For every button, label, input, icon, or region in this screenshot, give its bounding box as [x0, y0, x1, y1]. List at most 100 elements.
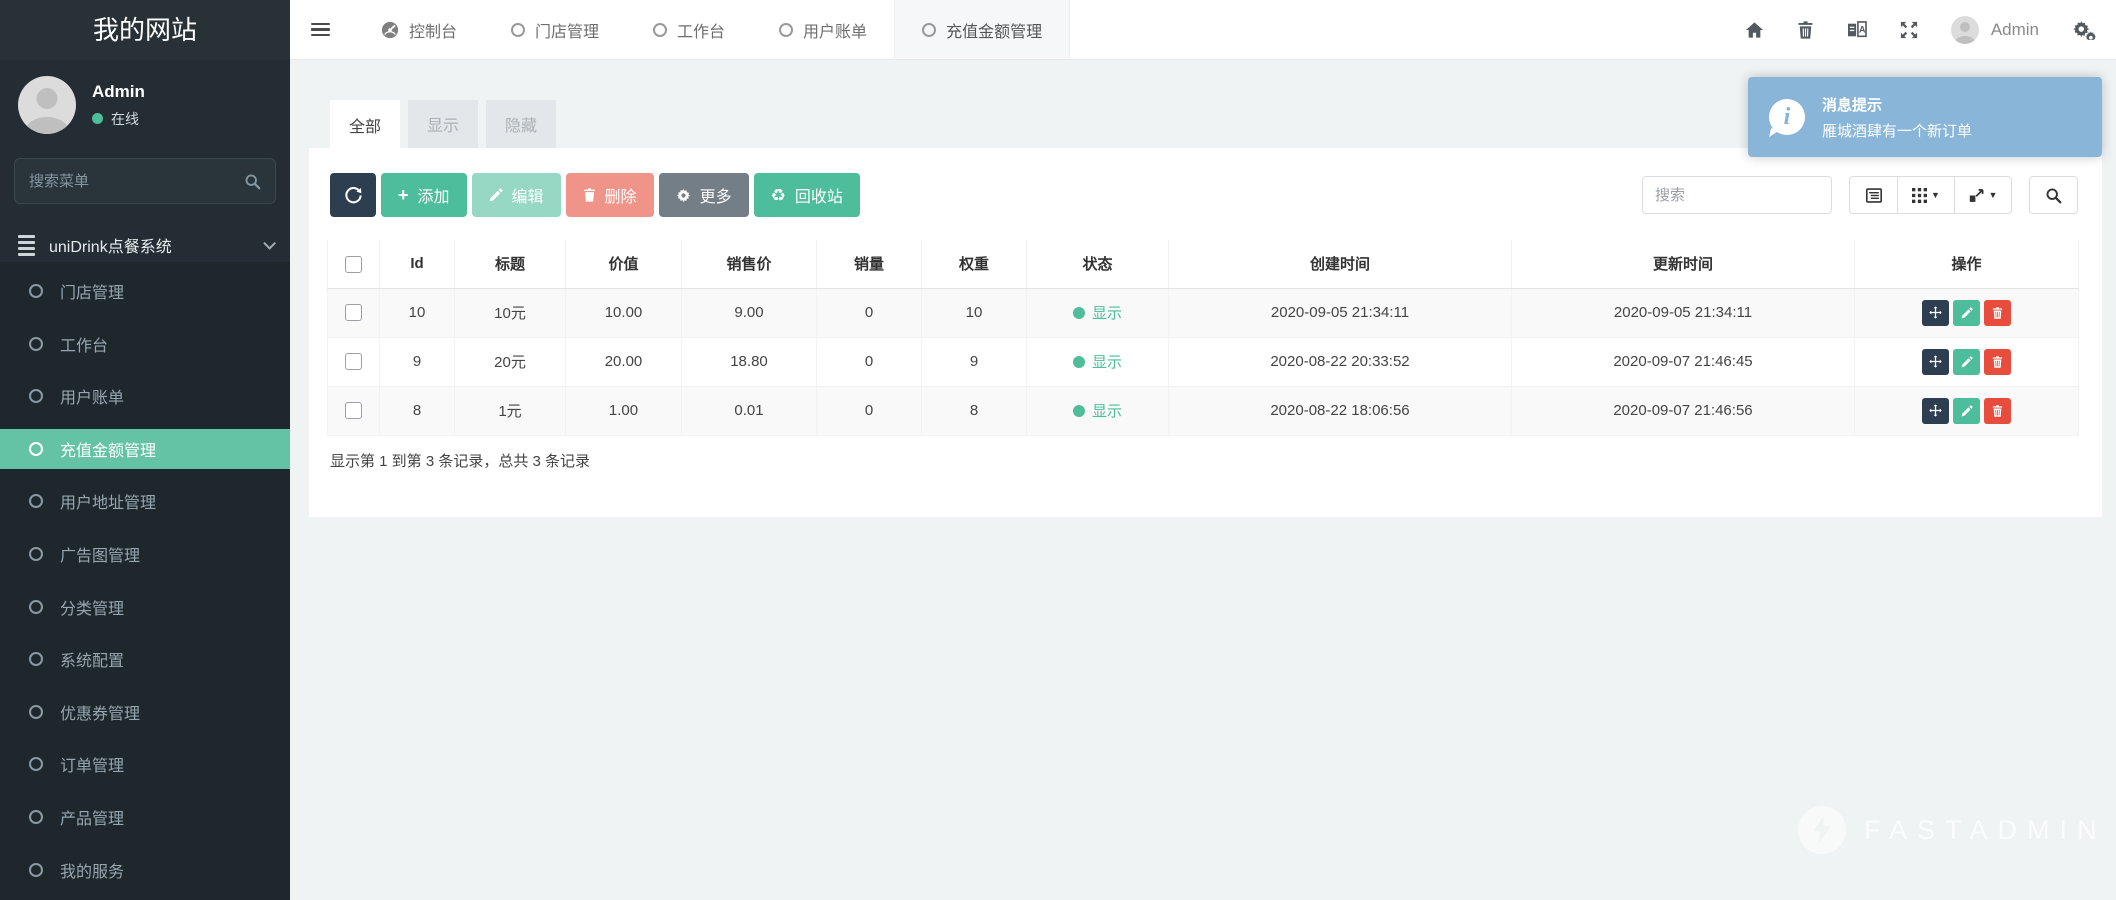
- navbar-right: A Admin: [1745, 0, 2116, 59]
- toggle-view-button[interactable]: [1849, 176, 1898, 214]
- sidebar-item-my-services[interactable]: 我的服务: [0, 850, 290, 890]
- filter-tab-all[interactable]: 全部: [330, 100, 400, 149]
- col-header-created-at[interactable]: 创建时间: [1169, 240, 1512, 288]
- fastadmin-logo-icon: [1798, 806, 1846, 854]
- plus-icon: +: [398, 186, 409, 204]
- columns-button[interactable]: ▼: [1897, 176, 1955, 214]
- navbar-user-name: Admin: [1991, 20, 2039, 40]
- user-panel: Admin 在线: [0, 73, 290, 137]
- sidebar-item-workbench[interactable]: 工作台: [0, 324, 290, 364]
- watermark-text: FASTADMIN: [1864, 815, 2107, 846]
- export-button[interactable]: ▼: [1954, 176, 2012, 214]
- col-header-sales[interactable]: 销量: [817, 240, 922, 288]
- table-view-buttons: ▼ ▼: [1849, 176, 2012, 214]
- col-header-status[interactable]: 状态: [1027, 240, 1169, 288]
- user-name: Admin: [92, 82, 145, 102]
- sidebar-item-user-address[interactable]: 用户地址管理: [0, 481, 290, 521]
- row-edit-button[interactable]: [1953, 349, 1980, 375]
- circle-icon: [779, 23, 793, 37]
- status-dot-icon: [1073, 356, 1085, 368]
- sidebar-item-products[interactable]: 产品管理: [0, 797, 290, 837]
- refresh-button[interactable]: [330, 173, 376, 217]
- filter-tabs: 全部 显示 隐藏: [330, 100, 556, 149]
- trash-icon[interactable]: [1797, 21, 1814, 39]
- table-row: 10 10元 10.00 9.00 0 10 显示 2020-09-05 21:…: [328, 288, 2079, 337]
- row-drag-button[interactable]: [1922, 349, 1949, 375]
- sidebar-item-store-mgmt[interactable]: 门店管理: [0, 271, 290, 311]
- tab-workbench[interactable]: 工作台: [626, 0, 752, 59]
- row-checkbox[interactable]: [345, 304, 362, 321]
- status-dot-icon: [1073, 307, 1085, 319]
- row-delete-button[interactable]: [1984, 349, 2011, 375]
- toolbar: +添加 编辑 删除 更多 ♻回收站: [330, 173, 860, 217]
- recycle-bin-button[interactable]: ♻回收站: [754, 173, 860, 217]
- circle-icon: [29, 494, 43, 508]
- row-delete-button[interactable]: [1984, 398, 2011, 424]
- col-header-title[interactable]: 标题: [455, 240, 566, 288]
- tab-recharge-amount[interactable]: 充值金额管理: [894, 0, 1070, 59]
- sidebar-group-unidrink[interactable]: uniDrink点餐系统: [0, 225, 290, 265]
- info-icon: i: [1769, 99, 1805, 135]
- edit-button[interactable]: 编辑: [472, 173, 561, 217]
- home-icon[interactable]: [1745, 21, 1764, 39]
- row-checkbox[interactable]: [345, 353, 362, 370]
- tab-store-mgmt[interactable]: 门店管理: [484, 0, 626, 59]
- table-search-input[interactable]: [1642, 176, 1832, 214]
- row-delete-button[interactable]: [1984, 300, 2011, 326]
- table-row: 8 1元 1.00 0.01 0 8 显示 2020-08-22 18:06:5…: [328, 386, 2079, 435]
- sidebar-item-orders[interactable]: 订单管理: [0, 744, 290, 784]
- toast-notification[interactable]: i 消息提示 雁城酒肆有一个新订单: [1748, 77, 2102, 157]
- row-drag-button[interactable]: [1922, 300, 1949, 326]
- col-header-weight[interactable]: 权重: [922, 240, 1027, 288]
- menu-search-input[interactable]: [29, 173, 244, 190]
- tab-user-bills[interactable]: 用户账单: [752, 0, 894, 59]
- fullscreen-icon[interactable]: [1900, 21, 1918, 39]
- row-drag-button[interactable]: [1922, 398, 1949, 424]
- hamburger-menu-icon[interactable]: [290, 0, 350, 59]
- table-row: 9 20元 20.00 18.80 0 9 显示 2020-08-22 20:3…: [328, 337, 2079, 386]
- circle-icon: [29, 600, 43, 614]
- sidebar-item-recharge-amount[interactable]: 充值金额管理: [0, 429, 290, 469]
- col-header-value[interactable]: 价值: [566, 240, 682, 288]
- col-header-updated-at[interactable]: 更新时间: [1512, 240, 1855, 288]
- status-badge[interactable]: 显示: [1073, 400, 1122, 421]
- row-edit-button[interactable]: [1953, 300, 1980, 326]
- delete-button[interactable]: 删除: [566, 173, 654, 217]
- settings-gears-icon[interactable]: [2072, 20, 2096, 40]
- circle-icon: [29, 705, 43, 719]
- sidebar-item-ad-images[interactable]: 广告图管理: [0, 534, 290, 574]
- more-button[interactable]: 更多: [659, 173, 749, 217]
- col-header-id[interactable]: Id: [380, 240, 455, 288]
- filter-tab-hidden[interactable]: 隐藏: [486, 100, 556, 148]
- chevron-down-icon: [263, 237, 276, 250]
- table-search-area: ▼ ▼: [1642, 176, 2078, 214]
- row-edit-button[interactable]: [1953, 398, 1980, 424]
- filter-tab-visible[interactable]: 显示: [408, 100, 478, 148]
- tab-dashboard[interactable]: 控制台: [354, 0, 484, 59]
- add-button[interactable]: +添加: [381, 173, 467, 217]
- caret-down-icon: ▼: [1931, 190, 1940, 200]
- row-checkbox[interactable]: [345, 402, 362, 419]
- col-header-sale-price[interactable]: 销售价: [682, 240, 817, 288]
- advanced-search-button[interactable]: [2029, 176, 2078, 214]
- circle-icon: [29, 389, 43, 403]
- select-all-cell: [328, 240, 380, 288]
- sidebar-item-user-bills[interactable]: 用户账单: [0, 376, 290, 416]
- col-header-actions: 操作: [1855, 240, 2079, 288]
- search-icon: [244, 173, 261, 190]
- svg-text:A: A: [1859, 24, 1866, 34]
- list-icon: [18, 235, 35, 256]
- circle-icon: [653, 23, 667, 37]
- select-all-checkbox[interactable]: [345, 256, 362, 273]
- sidebar-item-categories[interactable]: 分类管理: [0, 587, 290, 627]
- language-icon[interactable]: A: [1847, 21, 1867, 39]
- navbar-user-menu[interactable]: Admin: [1951, 16, 2039, 44]
- caret-down-icon: ▼: [1989, 190, 1998, 200]
- circle-icon: [29, 863, 43, 877]
- status-badge[interactable]: 显示: [1073, 302, 1122, 323]
- sidebar-item-system-config[interactable]: 系统配置: [0, 639, 290, 679]
- circle-icon: [922, 23, 936, 37]
- menu-search: [14, 158, 276, 204]
- sidebar-item-coupons[interactable]: 优惠券管理: [0, 692, 290, 732]
- status-badge[interactable]: 显示: [1073, 351, 1122, 372]
